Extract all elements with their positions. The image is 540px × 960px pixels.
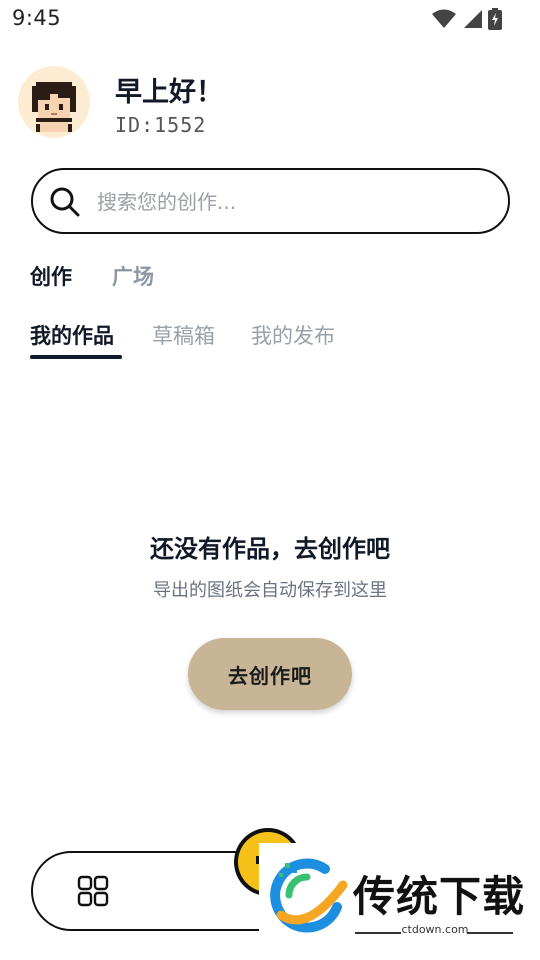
empty-state-subtitle: 导出的图纸会自动保存到这里 [153,580,387,601]
ctdown-logo-icon [270,858,348,933]
watermark-divider [355,932,401,934]
empty-state-title: 还没有作品，去创作吧 [150,535,390,563]
grid-icon[interactable] [77,875,109,907]
tab-square[interactable]: 广场 [112,261,154,291]
watermark: 传统下载 ctdown.com [259,843,524,939]
search-input[interactable] [97,182,487,222]
avatar[interactable] [18,66,90,138]
pixel-avatar-icon [32,82,76,132]
cell-signal-icon [462,9,482,29]
go-create-button[interactable]: 去创作吧 [188,638,352,710]
status-time: 9:45 [12,6,62,30]
status-bar: 9:45 [0,0,540,36]
tab-drafts[interactable]: 草稿箱 [152,320,215,350]
active-tab-indicator [30,355,122,359]
greeting: 早上好！ [115,77,223,108]
watermark-title: 传统下载 [353,872,526,921]
tab-my-published[interactable]: 我的发布 [251,320,335,350]
search-icon [50,187,80,217]
tab-create[interactable]: 创作 [30,261,72,291]
watermark-url: ctdown.com [401,923,469,936]
watermark-divider [467,932,513,934]
tab-my-works[interactable]: 我的作品 [30,320,114,350]
search-bar[interactable] [31,168,510,234]
status-icons [432,8,502,30]
battery-charging-icon [488,8,502,30]
wifi-icon [432,9,456,29]
user-id: ID:1552 [115,113,207,137]
